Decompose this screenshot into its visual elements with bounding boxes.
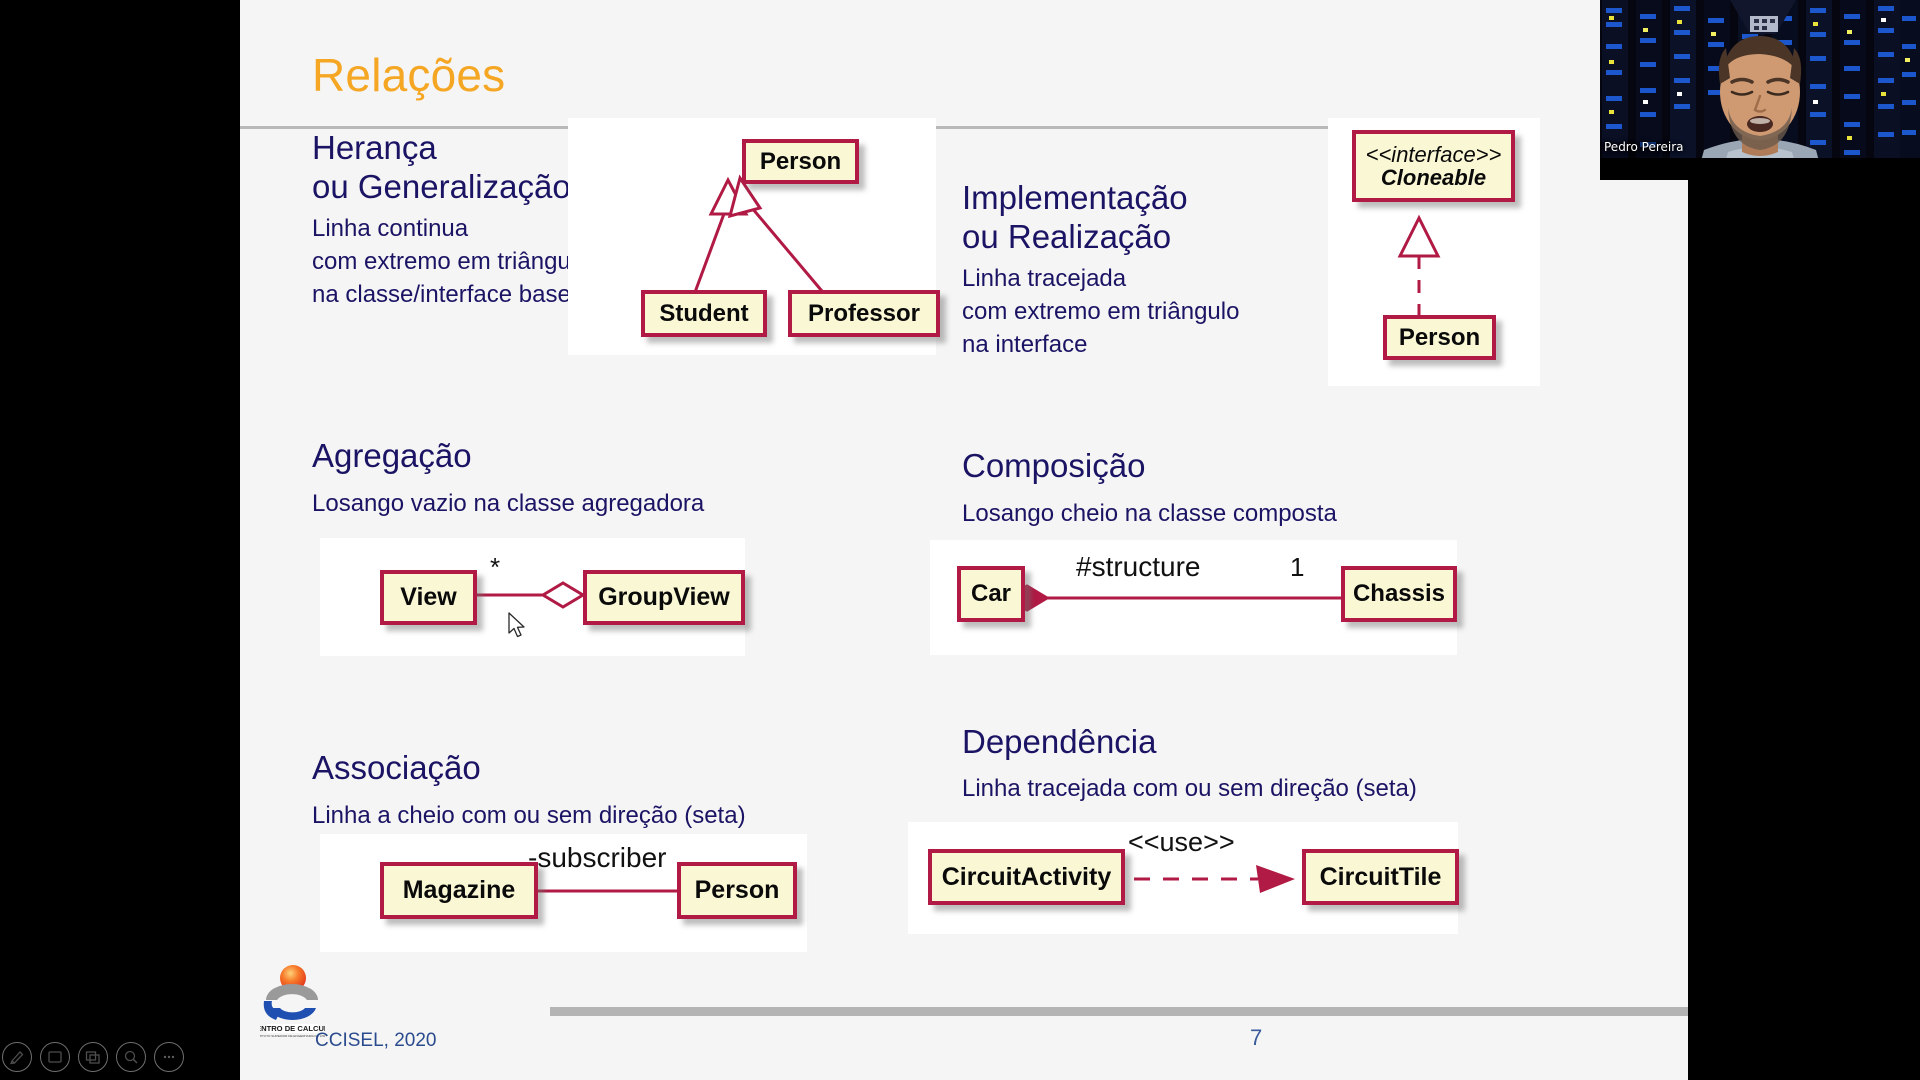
webcam-overlay[interactable]: Pedro Pereira bbox=[1600, 0, 1920, 180]
page-number: 7 bbox=[1250, 1025, 1263, 1050]
section-heading-agregacao: Agregação bbox=[312, 437, 472, 474]
uml-class-name: Magazine bbox=[402, 876, 516, 905]
uml-class-name: Person bbox=[759, 147, 842, 175]
presentation-controls[interactable] bbox=[2, 1042, 184, 1072]
uml-class-student: Student bbox=[641, 290, 767, 337]
uml-class-name: GroupView bbox=[598, 583, 730, 612]
uml-stereotype: <<interface>> bbox=[1365, 141, 1502, 167]
association-role-label: -subscriber bbox=[528, 842, 667, 873]
section-heading-implementacao: Implementação ou Realização bbox=[962, 179, 1188, 255]
slide-canvas: Relações Herança ou Generalização Linha … bbox=[240, 0, 1688, 1080]
uml-class-magazine: Magazine bbox=[380, 862, 538, 919]
page-title: Relações bbox=[312, 49, 506, 101]
uml-class-car: Car bbox=[957, 566, 1025, 622]
uml-class-name: Person bbox=[1398, 323, 1481, 351]
uml-class-circuittile: CircuitTile bbox=[1302, 849, 1459, 905]
uml-class-person-generalization: Person bbox=[742, 139, 859, 184]
uml-class-person-association: Person bbox=[677, 862, 797, 919]
section-description-agregacao: Losango vazio na classe agregadora bbox=[312, 490, 705, 517]
footer-credit: CCISEL, 2020 bbox=[315, 1030, 437, 1051]
uml-class-name: Professor bbox=[807, 299, 921, 327]
all-slides-icon[interactable] bbox=[78, 1042, 108, 1072]
section-heading-composicao: Composição bbox=[962, 447, 1146, 484]
uml-class-professor: Professor bbox=[788, 290, 940, 337]
section-description-implementacao: Linha tracejada com extremo em triângulo… bbox=[962, 265, 1240, 358]
uml-class-name: Cloneable bbox=[1380, 165, 1487, 190]
slide-navigation-icon[interactable] bbox=[40, 1042, 70, 1072]
uml-interface-cloneable: <<interface>> Cloneable bbox=[1352, 130, 1515, 202]
mouse-cursor bbox=[508, 612, 525, 638]
uml-class-name: CircuitActivity bbox=[941, 862, 1112, 891]
section-heading-heranca: Herança ou Generalização bbox=[312, 129, 571, 205]
uml-class-name: Student bbox=[659, 299, 749, 327]
zoom-icon[interactable] bbox=[116, 1042, 146, 1072]
composition-role-label: #structure bbox=[1076, 551, 1201, 582]
section-heading-associacao: Associação bbox=[312, 749, 481, 786]
section-description-dependencia: Linha tracejada com ou sem direção (seta… bbox=[962, 775, 1417, 802]
pen-icon[interactable] bbox=[2, 1042, 32, 1072]
uml-class-chassis: Chassis bbox=[1341, 566, 1457, 622]
webcam-bottom-bar bbox=[1600, 158, 1920, 180]
aggregation-multiplicity-label: * bbox=[490, 552, 501, 582]
section-description-composicao: Losango cheio na classe composta bbox=[962, 500, 1337, 527]
section-heading-dependencia: Dependência bbox=[962, 723, 1157, 760]
uml-class-name: Chassis bbox=[1352, 580, 1446, 608]
uml-class-name: Car bbox=[970, 580, 1012, 608]
ccisel-logo: CENTRO DE CALCULO INSTITUTO SUPERIOR DE … bbox=[260, 965, 325, 1038]
uml-class-name: View bbox=[400, 583, 457, 612]
uml-class-circuitactivity: CircuitActivity bbox=[928, 849, 1125, 905]
more-options-icon[interactable] bbox=[154, 1042, 184, 1072]
uml-class-name: Person bbox=[694, 876, 780, 905]
section-description-heranca: Linha continua com extremo em triângulo … bbox=[312, 215, 590, 308]
composition-multiplicity-label: 1 bbox=[1290, 552, 1305, 582]
uml-class-name: CircuitTile bbox=[1319, 862, 1442, 891]
uml-class-groupview: GroupView bbox=[583, 570, 745, 625]
screen: Relações Herança ou Generalização Linha … bbox=[0, 0, 1920, 1080]
dependency-stereotype-label: <<use>> bbox=[1128, 827, 1235, 857]
participant-name: Pedro Pereira bbox=[1604, 140, 1684, 154]
footer-divider bbox=[550, 1007, 1688, 1016]
uml-class-view: View bbox=[380, 570, 477, 625]
uml-class-person-realization: Person bbox=[1383, 315, 1496, 360]
section-description-associacao: Linha a cheio com ou sem direção (seta) bbox=[312, 802, 746, 829]
